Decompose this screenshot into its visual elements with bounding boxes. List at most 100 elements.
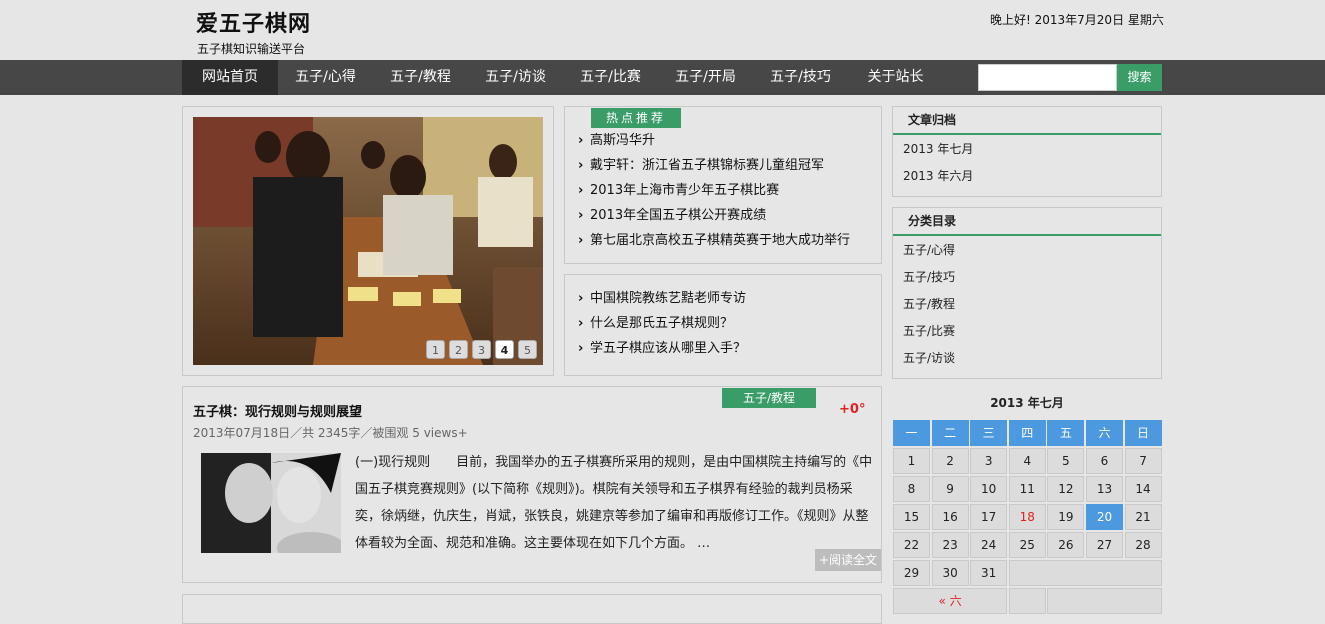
chevron-right-icon: › xyxy=(578,341,584,356)
calendar-weekday: 三 xyxy=(970,420,1008,446)
main-nav: 网站首页 五子/心得 五子/教程 五子/访谈 五子/比赛 五子/开局 五子/技巧… xyxy=(0,60,1325,95)
calendar-next-link xyxy=(1047,588,1162,614)
calendar-day-today: 20 xyxy=(1085,504,1123,530)
search-button[interactable]: 搜索 xyxy=(1117,64,1162,91)
archive-list: 2013 年七月 2013 年六月 xyxy=(903,136,973,190)
article-card: 五子/教程 +0° 五子棋：现行规则与规则展望 2013年07月18日／共 23… xyxy=(182,386,882,583)
calendar-day: 15 xyxy=(893,504,930,530)
calendar-day: 21 xyxy=(1124,504,1162,530)
chevron-right-icon: › xyxy=(578,183,584,198)
chevron-right-icon: › xyxy=(578,316,584,331)
article-category-tag[interactable]: 五子/教程 xyxy=(722,388,816,408)
calendar-day: 9 xyxy=(931,476,969,502)
calendar-day: 5 xyxy=(1047,448,1085,474)
site-title[interactable]: 爱五子棋网 xyxy=(196,6,311,38)
hot-tag: 热点推荐 xyxy=(591,108,681,128)
calendar-weekday: 六 xyxy=(1085,420,1123,446)
nav-item-home[interactable]: 网站首页 xyxy=(182,60,278,95)
list-item[interactable]: › 2013年上海市青少年五子棋比赛 xyxy=(578,178,850,203)
calendar-day: 16 xyxy=(931,504,969,530)
tournament-photo xyxy=(193,117,543,365)
calendar-pad xyxy=(1008,588,1046,614)
calendar-caption: 2013 年七月 xyxy=(990,396,1064,410)
calendar-day: 6 xyxy=(1085,448,1123,474)
list-item[interactable]: › 2013年全国五子棋公开赛成绩 xyxy=(578,203,850,228)
calendar-day: 17 xyxy=(970,504,1008,530)
hot-list: › 高斯冯华升 › 戴宇轩：浙江省五子棋锦标赛儿童组冠军 › 2013年上海市青少年五… xyxy=(578,128,850,253)
list-item[interactable]: › 高斯冯华升 xyxy=(578,128,850,153)
nav-item-experience[interactable]: 五子/心得 xyxy=(278,60,373,95)
list-item[interactable]: › 戴宇轩：浙江省五子棋锦标赛儿童组冠军 xyxy=(578,153,850,178)
category-item[interactable]: 五子/教程 xyxy=(903,291,955,318)
calendar-weekday: 日 xyxy=(1124,420,1162,446)
nav-item-tutorial[interactable]: 五子/教程 xyxy=(373,60,468,95)
more-links-panel: › 中国棋院教练艺黠老师专访 › 什么是那氏五子棋规则？ › 学五子棋应该从哪里入手？ xyxy=(564,274,882,376)
chevron-right-icon: › xyxy=(578,158,584,173)
archive-item[interactable]: 2013 年七月 xyxy=(903,136,973,163)
calendar-weekday: 一 xyxy=(893,420,930,446)
calendar-day: 23 xyxy=(931,532,969,558)
more-links-list: › 中国棋院教练艺黠老师专访 › 什么是那氏五子棋规则？ › 学五子棋应该从哪里入手？ xyxy=(578,286,746,361)
calendar-empty xyxy=(1008,560,1162,586)
calendar-weekday: 五 xyxy=(1047,420,1085,446)
nav-item-about[interactable]: 关于站长 xyxy=(848,60,943,95)
calendar-day: 19 xyxy=(1047,504,1085,530)
slider-page[interactable]: 1 xyxy=(426,340,445,359)
nav-item-match[interactable]: 五子/比赛 xyxy=(563,60,658,95)
chevron-right-icon: › xyxy=(578,291,584,306)
calendar-day: 12 xyxy=(1047,476,1085,502)
article-photo xyxy=(201,453,341,553)
category-item[interactable]: 五子/心得 xyxy=(903,237,955,264)
site-subtitle: 五子棋知识输送平台 xyxy=(197,42,306,56)
article-meta: 2013年07月18日／共 2345字／被围观 5 views+ xyxy=(193,426,468,440)
category-item[interactable]: 五子/比赛 xyxy=(903,318,955,345)
calendar-day: 10 xyxy=(970,476,1008,502)
category-item[interactable]: 五子/访谈 xyxy=(903,345,955,372)
category-item[interactable]: 五子/技巧 xyxy=(903,264,955,291)
calendar-day: 13 xyxy=(1085,476,1123,502)
calendar-day-linked[interactable]: 18 xyxy=(1008,504,1046,530)
list-item[interactable]: › 学五子棋应该从哪里入手？ xyxy=(578,336,746,361)
slider-page-current[interactable]: 4 xyxy=(495,340,514,359)
article-likes[interactable]: +0° xyxy=(839,402,865,417)
slider-page[interactable]: 3 xyxy=(472,340,491,359)
calendar-grid: 一 二 三 四 五 六 日 1 2 3 4 5 6 7 8 9 10 11 12… xyxy=(893,420,1162,614)
archive-title: 文章归档 xyxy=(893,107,1161,135)
nav-item-opening[interactable]: 五子/开局 xyxy=(658,60,753,95)
nav-item-interview[interactable]: 五子/访谈 xyxy=(468,60,563,95)
calendar-day: 30 xyxy=(931,560,969,586)
slider-page[interactable]: 2 xyxy=(449,340,468,359)
list-item[interactable]: › 第七届北京高校五子棋精英赛于地大成功举行 xyxy=(578,228,850,253)
calendar-day: 1 xyxy=(893,448,930,474)
hot-panel: 热点推荐 › 高斯冯华升 › 戴宇轩：浙江省五子棋锦标赛儿童组冠军 › 2013年上海… xyxy=(564,106,882,264)
category-list: 五子/心得 五子/技巧 五子/教程 五子/比赛 五子/访谈 xyxy=(903,237,955,372)
calendar-day: 22 xyxy=(893,532,930,558)
slider-pager: 1 2 3 4 5 xyxy=(426,340,537,359)
calendar-prev-link[interactable]: « 六 xyxy=(893,588,1008,614)
date-greeting: 晚上好! 2013年7月20日 星期六 xyxy=(990,13,1164,27)
calendar-day: 24 xyxy=(970,532,1008,558)
calendar-day: 31 xyxy=(970,560,1008,586)
read-more-button[interactable]: +阅读全文 xyxy=(815,549,881,571)
article-thumbnail[interactable] xyxy=(201,453,341,553)
calendar-day: 29 xyxy=(893,560,930,586)
chevron-right-icon: › xyxy=(578,233,584,248)
article-title[interactable]: 五子棋：现行规则与规则展望 xyxy=(193,401,362,420)
archive-item[interactable]: 2013 年六月 xyxy=(903,163,973,190)
archive-widget: 文章归档 2013 年七月 2013 年六月 xyxy=(892,106,1162,197)
chevron-right-icon: › xyxy=(578,208,584,223)
nav-item-technique[interactable]: 五子/技巧 xyxy=(753,60,848,95)
category-widget: 分类目录 五子/心得 五子/技巧 五子/教程 五子/比赛 五子/访谈 xyxy=(892,207,1162,379)
calendar-day: 28 xyxy=(1124,532,1162,558)
search-input[interactable] xyxy=(978,64,1117,91)
calendar-day: 8 xyxy=(893,476,930,502)
slider-page[interactable]: 5 xyxy=(518,340,537,359)
calendar-day: 3 xyxy=(970,448,1008,474)
slider-image[interactable]: 1 2 3 4 5 xyxy=(193,117,543,365)
list-item[interactable]: › 中国棋院教练艺黠老师专访 xyxy=(578,286,746,311)
calendar-day: 2 xyxy=(931,448,969,474)
list-item[interactable]: › 什么是那氏五子棋规则？ xyxy=(578,311,746,336)
calendar-weekday: 四 xyxy=(1008,420,1046,446)
calendar-day: 25 xyxy=(1008,532,1046,558)
site-header: 爱五子棋网 五子棋知识输送平台 晚上好! 2013年7月20日 星期六 xyxy=(0,0,1325,60)
